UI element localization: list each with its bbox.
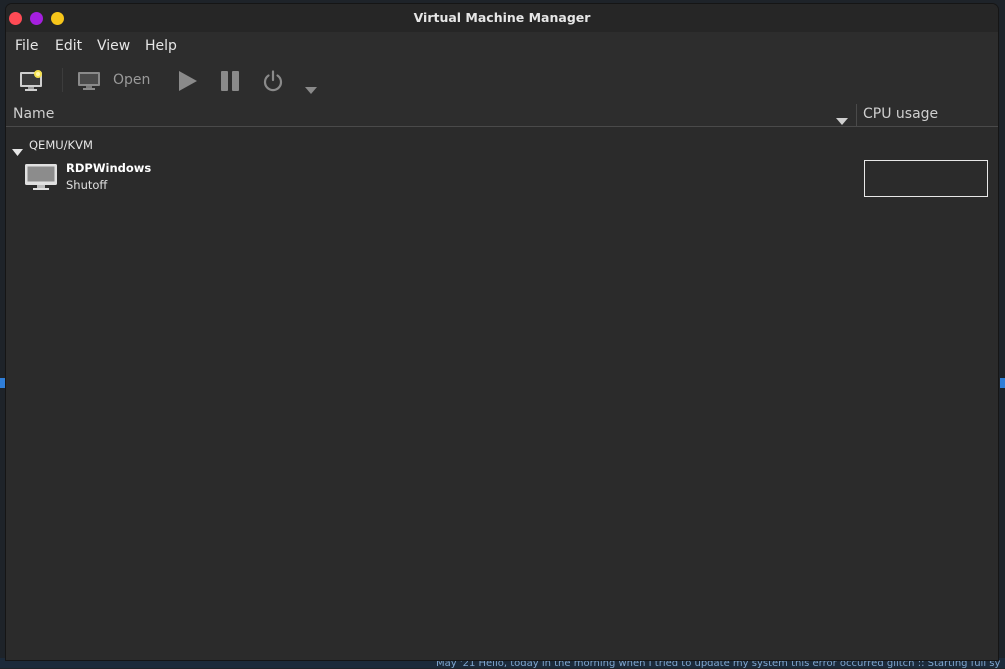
- new-vm-button[interactable]: [19, 69, 45, 97]
- menu-view[interactable]: View: [97, 32, 130, 58]
- window-title: Virtual Machine Manager: [413, 10, 591, 25]
- background-accent-right: [1000, 378, 1005, 388]
- vm-list: QEMU/KVM RDPWindows Shutoff: [6, 127, 998, 660]
- cpu-usage-column-header[interactable]: CPU usage: [863, 106, 938, 122]
- shutdown-button[interactable]: [262, 70, 284, 96]
- menu-help[interactable]: Help: [145, 32, 177, 58]
- monitor-icon: [78, 72, 100, 90]
- name-column-header[interactable]: Name: [13, 106, 54, 122]
- pause-icon: [221, 71, 239, 91]
- open-button-label[interactable]: Open: [113, 72, 150, 88]
- open-vm-button[interactable]: [77, 70, 101, 96]
- play-icon: [179, 71, 197, 91]
- background-accent-left: [0, 378, 5, 388]
- shutdown-menu-dropdown[interactable]: [305, 79, 317, 98]
- vm-monitor-icon: [24, 163, 58, 195]
- pause-button[interactable]: [220, 70, 240, 96]
- toolbar-separator: [62, 68, 63, 92]
- cpu-usage-graph: [864, 160, 988, 197]
- connection-label: QEMU/KVM: [29, 138, 93, 152]
- vm-name: RDPWindows: [66, 161, 152, 175]
- virt-manager-window: Virtual Machine Manager File Edit View H…: [6, 4, 998, 660]
- chevron-down-icon: [305, 87, 317, 94]
- power-icon: [263, 70, 283, 92]
- column-header: Name CPU usage: [6, 102, 998, 127]
- menubar: File Edit View Help: [6, 32, 998, 58]
- menu-file[interactable]: File: [15, 32, 38, 58]
- menu-edit[interactable]: Edit: [55, 32, 82, 58]
- toolbar: Open: [6, 58, 998, 102]
- column-divider[interactable]: [856, 104, 857, 126]
- vm-row[interactable]: RDPWindows Shutoff: [6, 157, 998, 201]
- run-button[interactable]: [177, 70, 199, 96]
- vm-status: Shutoff: [66, 178, 108, 192]
- new-vm-icon: [20, 70, 42, 91]
- connection-group-row[interactable]: QEMU/KVM: [6, 133, 998, 156]
- titlebar: Virtual Machine Manager: [6, 4, 998, 32]
